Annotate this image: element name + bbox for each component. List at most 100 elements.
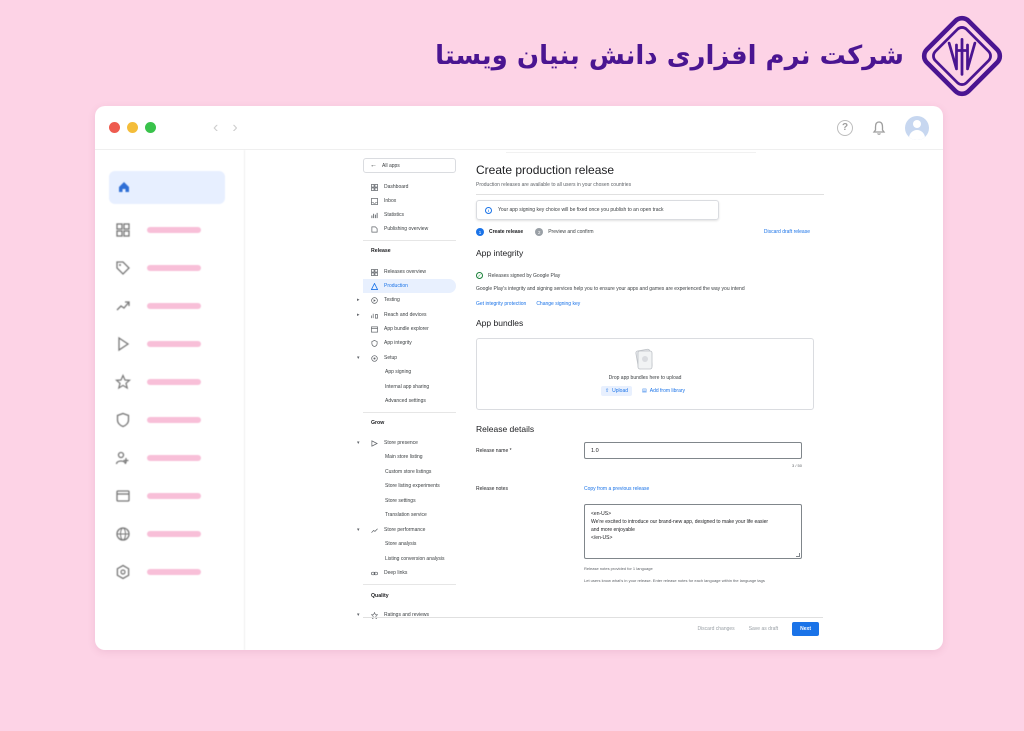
maximize-window-button[interactable] (145, 122, 156, 133)
upload-button[interactable]: ⇧ Upload (600, 386, 633, 396)
rail-item-globe[interactable] (115, 526, 201, 542)
vista-logo-icon (921, 15, 1003, 97)
step-preview-confirm[interactable]: 2 Preview and confirm (535, 228, 594, 236)
save-as-draft-button[interactable]: Save as draft (749, 626, 778, 632)
rail-home[interactable] (109, 171, 225, 204)
copy-previous-release-link[interactable]: Copy from a previous release (584, 486, 649, 492)
nav-label: Advanced settings (385, 398, 426, 404)
release-name-value: 1.0 (591, 447, 599, 454)
play-icon (118, 336, 130, 352)
rail-item-shield[interactable] (115, 412, 201, 428)
nav-setup[interactable]: ▾ Setup (357, 351, 456, 365)
star-icon (115, 374, 131, 390)
nav-publishing-overview[interactable]: Publishing overview (363, 222, 456, 236)
nav-production[interactable]: Production (363, 279, 456, 293)
nav-label: App signing (385, 369, 412, 375)
link-icon (371, 571, 378, 575)
collapse-caret-icon[interactable]: ▾ (357, 612, 360, 618)
home-icon (119, 182, 129, 192)
required-marker: * (509, 448, 512, 454)
rail-item-tag[interactable] (115, 260, 201, 276)
discard-changes-button[interactable]: Discard changes (697, 626, 734, 632)
user-avatar[interactable] (905, 115, 929, 140)
nav-reach-and-devices[interactable]: ▸ Reach and devices (357, 308, 456, 322)
nav-inbox[interactable]: Inbox (363, 194, 456, 208)
rail-placeholder-line (147, 265, 201, 271)
page-subtitle: Production releases are available to all… (476, 182, 632, 188)
forward-arrow-icon[interactable]: › (232, 119, 237, 137)
signing-status-text: Releases signed by Google Play (488, 272, 561, 279)
nav-store-presence[interactable]: ▾ Store presence (357, 436, 456, 450)
collapse-caret-icon[interactable]: ▾ (357, 355, 360, 361)
expand-caret-icon[interactable]: ▸ (357, 312, 360, 318)
rail-placeholder-line (147, 227, 201, 233)
nav-label: Store analysis (385, 541, 417, 547)
nav-statistics[interactable]: Statistics (363, 208, 456, 222)
nav-custom-store-listings[interactable]: Custom store listings (363, 465, 456, 479)
collapse-caret-icon[interactable]: ▾ (357, 440, 360, 446)
menu-divider (363, 240, 456, 241)
nav-testing[interactable]: ▸ Testing (357, 293, 456, 307)
nav-store-performance[interactable]: ▾ Store performance (357, 523, 456, 537)
expand-caret-icon[interactable]: ▸ (357, 297, 360, 303)
nav-app-integrity[interactable]: App integrity (363, 336, 456, 350)
nav-releases-overview[interactable]: Releases overview (363, 265, 456, 279)
store-presence-icon (371, 439, 378, 447)
rail-item-users[interactable] (115, 450, 201, 466)
add-from-library-button[interactable]: ▤ Add from library (638, 386, 689, 396)
rail-item-play[interactable] (115, 336, 201, 352)
menu-divider (363, 412, 456, 413)
back-arrow-icon[interactable]: ‹ (213, 119, 218, 137)
nav-app-signing[interactable]: App signing (363, 365, 456, 379)
close-window-button[interactable] (109, 122, 120, 133)
release-name-label: Release name * (476, 448, 512, 454)
nav-translation-service[interactable]: Translation service (363, 508, 456, 522)
rail-placeholder-line (147, 303, 201, 309)
rail-item-star[interactable] (115, 374, 201, 390)
dashboard-grid-icon (116, 223, 130, 237)
rail-item-trending[interactable] (115, 298, 201, 314)
nav-main-store-listing[interactable]: Main store listing (363, 450, 456, 464)
tag-icon (116, 261, 130, 275)
nav-store-listing-experiments[interactable]: Store listing experiments (363, 479, 456, 493)
resize-handle[interactable] (796, 553, 800, 557)
dropzone-text: Drop app bundles here to upload (608, 375, 682, 381)
all-apps-button[interactable]: ← All apps (363, 158, 456, 173)
rail-placeholder-line (147, 531, 201, 537)
minimize-window-button[interactable] (127, 122, 138, 133)
nav-label: Internal app sharing (385, 384, 430, 390)
rail-item-store[interactable] (115, 488, 201, 504)
discard-draft-link[interactable]: Discard draft release (764, 229, 810, 235)
change-signing-key-link[interactable]: Change signing key (536, 301, 580, 307)
nav-label: Dashboard (384, 184, 409, 190)
main-content: Create production release Production rel… (476, 150, 824, 650)
production-icon (371, 282, 378, 290)
nav-listing-conversion-analysis[interactable]: Listing conversion analysis (363, 552, 456, 566)
help-icon[interactable]: ? (837, 119, 853, 136)
notes-line: </en-US> (591, 535, 613, 541)
release-name-input[interactable]: 1.0 (584, 442, 802, 459)
bell-icon[interactable] (871, 120, 887, 136)
publishing-icon (371, 226, 378, 232)
testing-icon (371, 296, 378, 304)
nav-dashboard[interactable]: Dashboard (363, 180, 456, 194)
nav-app-bundle-explorer[interactable]: App bundle explorer (363, 322, 456, 336)
bundle-dropzone[interactable]: Drop app bundles here to upload ⇧ Upload… (476, 338, 814, 410)
nav-deep-links[interactable]: Deep links (363, 566, 456, 580)
nav-label: Store presence (384, 440, 418, 446)
nav-internal-app-sharing[interactable]: Internal app sharing (363, 380, 456, 394)
next-button[interactable]: Next (792, 621, 819, 636)
rail-item-settings[interactable] (115, 564, 201, 580)
notes-help-instructions: Let users know what's in your release. E… (584, 578, 765, 583)
collapse-caret-icon[interactable]: ▾ (357, 527, 360, 533)
rail-placeholder-line (147, 493, 201, 499)
get-integrity-protection-link[interactable]: Get integrity protection (476, 301, 526, 307)
nav-store-analysis[interactable]: Store analysis (363, 537, 456, 551)
nav-advanced-settings[interactable]: Advanced settings (363, 394, 456, 408)
rail-item-dashboard[interactable] (115, 222, 201, 238)
section-title-quality: Quality (371, 593, 389, 599)
release-notes-textarea[interactable]: <en-US> We're excited to introduce our b… (584, 504, 802, 559)
rail-placeholder-line (147, 455, 201, 461)
nav-store-settings[interactable]: Store settings (363, 494, 456, 508)
step-create-release[interactable]: 1 Create release (476, 228, 523, 236)
